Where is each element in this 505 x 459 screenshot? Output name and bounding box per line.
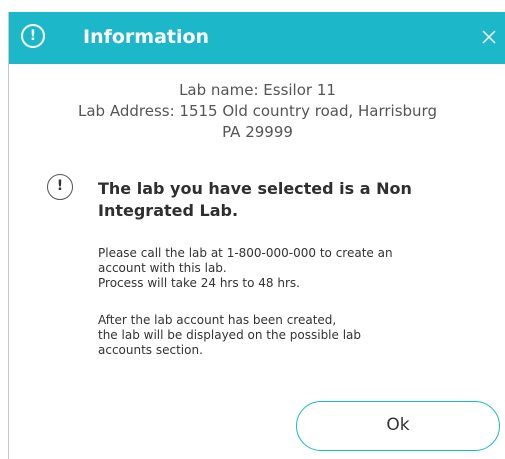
account-created-note: After the lab account has been created, … <box>98 313 488 358</box>
dialog-title: Information <box>83 26 210 48</box>
note-line: After the lab account has been created, <box>98 313 337 327</box>
dialog-title-bar: ! Information <box>9 12 505 64</box>
call-lab-instructions: Please call the lab at 1-800-000-000 to … <box>98 246 488 291</box>
instruction-line: Please call the lab at 1-800-000-000 to … <box>98 246 393 260</box>
non-integrated-lab-heading: The lab you have selected is a Non Integ… <box>98 178 478 222</box>
instruction-line: Process will take 24 hrs to 48 hrs. <box>98 276 300 290</box>
information-dialog: ! Information Lab name: Essilor 11 Lab A… <box>8 12 505 459</box>
close-icon <box>482 30 496 44</box>
lab-name: Lab name: Essilor 11 <box>179 81 336 99</box>
heading-line-1: The lab you have selected is a Non <box>98 179 412 198</box>
exclamation-circle-icon: ! <box>47 174 73 200</box>
heading-line-2: Integrated Lab. <box>98 201 239 220</box>
close-button[interactable] <box>478 26 500 48</box>
exclamation-circle-icon: ! <box>21 24 45 48</box>
ok-button[interactable]: Ok <box>296 401 500 451</box>
lab-address-line-2: PA 29999 <box>222 123 293 141</box>
note-line: the lab will be displayed on the possibl… <box>98 328 362 342</box>
lab-info: Lab name: Essilor 11 Lab Address: 1515 O… <box>9 80 505 143</box>
instruction-line: account with this lab. <box>98 261 227 275</box>
note-line: accounts section. <box>98 343 203 357</box>
lab-address-line-1: Lab Address: 1515 Old country road, Harr… <box>78 102 437 120</box>
